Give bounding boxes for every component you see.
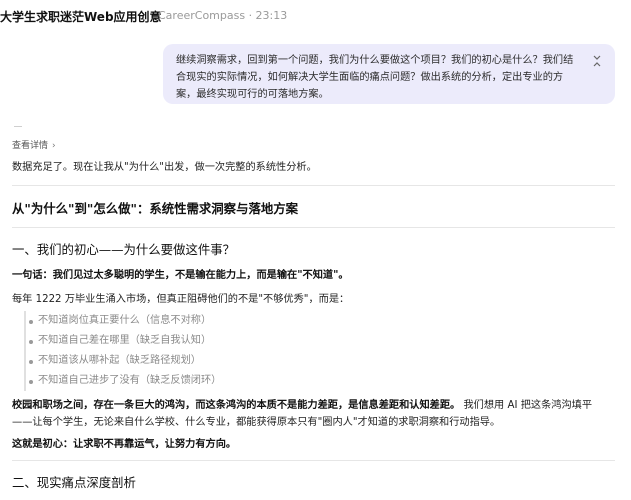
intro-text: 数据充足了。现在让我从"为什么"出发，做一次完整的系统性分析。 <box>12 162 317 173</box>
list-item: 不知道岗位真正要什么（信息不对称） <box>26 311 326 331</box>
section-2-heading: 二、现实痛点深度剖析 <box>12 475 136 490</box>
one-liner: 一句话：我们见过太多聪明的学生，不是输在能力上，而是输在"不知道"。 <box>12 270 349 281</box>
user-message-text: 继续洞察需求，回到第一个问题，我们为什么要做这个项目？我们的初心是什么？我们结合… <box>176 55 574 100</box>
conversation-meta: CareerCompass · 23:13 <box>158 9 288 22</box>
list-item: 不知道自己差在哪里（缺乏自我认知） <box>26 331 326 351</box>
list-item: 不知道该从哪补起（缺乏路径规划） <box>26 351 326 371</box>
view-details-link[interactable]: 查看详情 › <box>12 138 56 151</box>
stat-line: 每年 1222 万毕业生涌入市场，但真正阻碍他们的不是"不够优秀"，而是： <box>12 294 350 305</box>
divider <box>12 460 615 461</box>
chevron-right-icon: › <box>52 141 56 151</box>
divider <box>12 227 615 228</box>
top-bar: 大学生求职迷茫Web应用创意 CareerCompass · 23:13 <box>0 0 631 30</box>
gap-paragraph: 校园和职场之间，存在一条巨大的鸿沟，而这条鸿沟的本质不是能力差距，是信息差距和认… <box>12 397 612 431</box>
conversation-title: 大学生求职迷茫Web应用创意 <box>0 10 162 24</box>
section-1-heading: 一、我们的初心——为什么要做这件事？ <box>12 242 236 257</box>
user-message-bubble: 继续洞察需求，回到第一个问题，我们为什么要做这个项目？我们的初心是什么？我们结合… <box>163 44 615 104</box>
list-item: 不知道自己进步了没有（缺乏反馈闭环） <box>26 371 326 391</box>
view-details-label: 查看详情 <box>12 141 49 151</box>
gap-paragraph-bold: 校园和职场之间，存在一条巨大的鸿沟，而这条鸿沟的本质不是能力差距，是信息差距和认… <box>12 400 461 411</box>
divider <box>12 185 615 186</box>
chevrons-collapse-icon[interactable] <box>591 54 603 68</box>
pain-point-list: 不知道岗位真正要什么（信息不对称） 不知道自己差在哪里（缺乏自我认知） 不知道该… <box>24 311 326 391</box>
main-heading: 从"为什么"到"怎么做"：系统性需求洞察与落地方案 <box>12 201 299 216</box>
conclusion: 这就是初心：让求职不再靠运气，让努力有方向。 <box>12 439 237 450</box>
divider-tick <box>14 126 22 127</box>
